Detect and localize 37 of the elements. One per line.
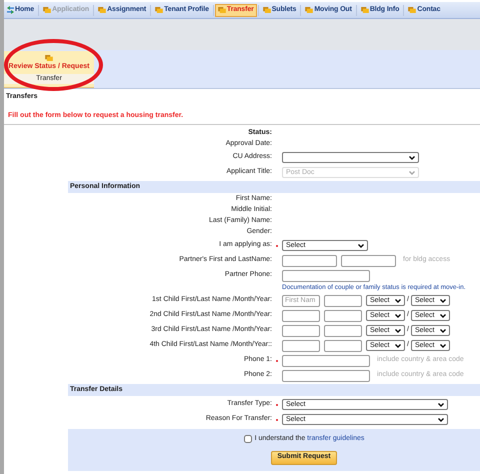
arrows-icon [7,6,14,14]
input-field[interactable] [282,340,320,352]
folder-icon [360,7,369,13]
dropdown[interactable] [282,152,419,163]
input-field[interactable] [282,324,320,336]
input-field[interactable] [324,324,362,336]
chevron-icon [395,314,401,318]
input-field[interactable] [282,310,320,322]
chevron-icon [395,328,401,332]
chevron-icon [438,418,444,422]
folder-icon [305,7,314,13]
input-field[interactable] [341,254,396,266]
input-field[interactable] [324,340,362,352]
folder-icon [155,7,164,13]
chevron-icon [358,244,364,248]
folder-icon [45,55,53,61]
input-field[interactable] [324,310,362,322]
input-field[interactable] [282,270,370,282]
chevron-icon [440,314,446,318]
input-field[interactable] [282,254,337,266]
chevron-icon [440,344,446,348]
folder-icon [218,7,226,13]
input-field[interactable] [282,370,370,382]
input-field[interactable] [324,294,362,306]
chevron-icon [440,328,446,332]
folder-icon [408,7,416,13]
folder-icon [98,7,106,13]
chevron-icon [438,402,444,406]
checkbox[interactable] [244,435,252,444]
chevron-icon [395,298,401,302]
chevron-icon [440,298,446,302]
folder-icon [262,7,271,13]
chevron-icon [395,344,401,348]
folder-icon [43,7,52,13]
input-field[interactable] [282,354,370,366]
chevron-icon [409,170,415,174]
chevron-icon [409,156,415,160]
